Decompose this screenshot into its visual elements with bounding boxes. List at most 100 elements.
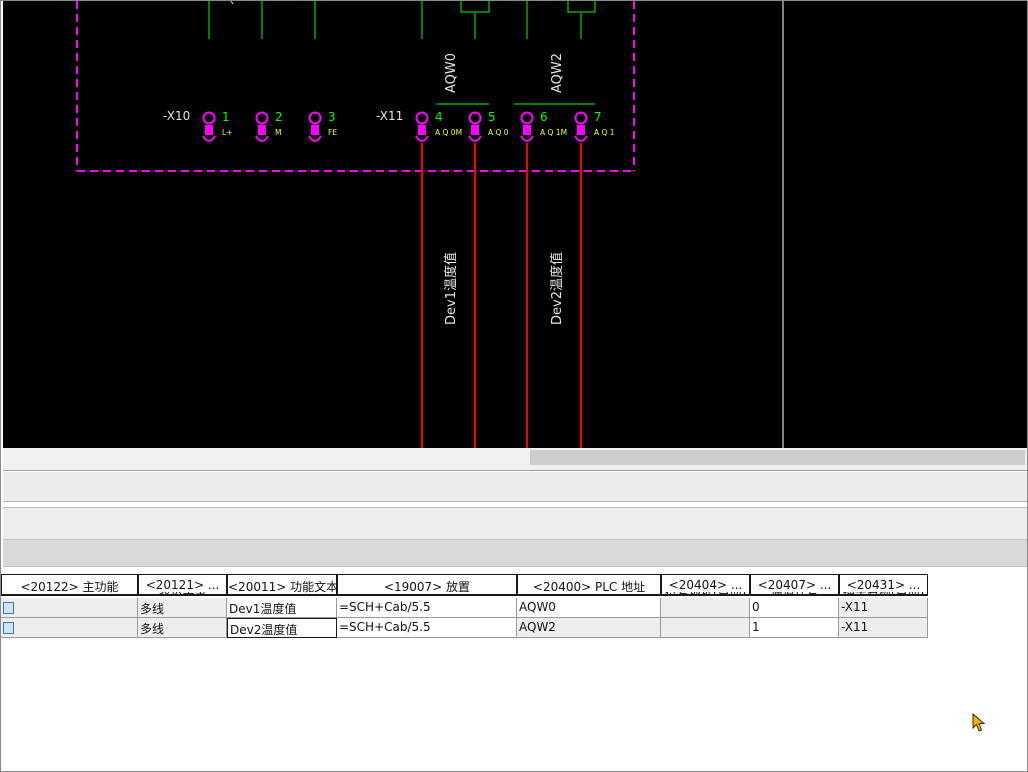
terminal-number: 5 [488,110,496,124]
terminal-contact-icon [468,111,482,125]
terminal-bridge-arc [202,135,216,142]
column-header-6[interactable]: <20407> ...通道代号 [750,574,839,596]
terminal-number: 2 [275,110,283,124]
horizontal-scrollbar[interactable] [3,448,1027,471]
navigator-header-bar [3,539,1027,567]
table-cell-text: -X11 [841,620,869,634]
table-cell-text: 1 [752,620,760,634]
row-selector-icon[interactable] [3,602,14,614]
table-cell[interactable] [1,598,138,618]
column-header-7[interactable]: <20431> ...插头名称(自动) [839,574,928,596]
table-cell[interactable]: Dev1温度值 [227,598,337,618]
table-cell[interactable]: AQW0 [517,598,661,618]
wire-label-dev2: Dev2温度值 [549,252,565,325]
terminal-contact-icon [520,111,534,125]
terminal-bridge-arc [574,135,588,142]
scrollbar-thumb[interactable] [530,450,1025,465]
terminal-bridge-arc [415,135,429,142]
column-header-4[interactable]: <20400> PLC 地址 [517,574,661,596]
terminal-x11-6[interactable]: 6 A Q 1M [520,110,567,142]
terminal-x11-7[interactable]: 7 A Q 1 [574,110,615,142]
table-cell-text: =SCH+Cab/5.5 [339,620,431,634]
schematic-canvas[interactable]: AQW0 AQW2 -X10 -X11 Dev1温度值 Dev2温度值 1 L+ 2… [3,1,1027,448]
table-cell-text: 多线 [140,622,165,636]
navigator-toolbar [3,507,1027,540]
table-cell-text: Dev1温度值 [229,602,297,616]
terminal-number: 3 [328,110,336,124]
row-selector-icon[interactable] [3,622,14,634]
terminal-bridge-arc [520,135,534,142]
column-header-2[interactable]: <20011> 功能文本 [227,574,337,596]
table-cell[interactable]: -X11 [839,618,928,638]
column-header-title: <20407> ... [757,578,832,592]
terminal-x10-1[interactable]: 1 L+ [202,110,232,142]
column-header-subtitle: 通道代号 [751,592,838,594]
terminal-x11-4[interactable]: 4 A Q 0M [415,110,462,142]
table-cell[interactable] [1,618,138,638]
wire-label-dev1: Dev1温度值 [443,252,459,325]
terminal-x10-2[interactable]: 2M [255,110,283,142]
top-connection-lines [208,1,596,39]
table-cell[interactable]: 1 [750,618,839,638]
table-cell-text: Dev2温度值 [230,623,298,637]
table-cell[interactable]: Dev2温度值 [227,618,337,638]
column-header-subtitle: 符号地址(自动) [662,592,749,594]
terminal-body [471,125,479,135]
terminal-number: 4 [435,110,443,124]
terminal-x11-5[interactable]: 5 A Q 0 [468,110,509,142]
table-cell[interactable]: -X11 [839,598,928,618]
terminal-contact-icon [415,111,429,125]
column-header-title: <20400> PLC 地址 [532,580,646,594]
application-window: AQW0 AQW2 -X10 -X11 Dev1温度值 Dev2温度值 1 L+ 2… [0,0,1028,772]
table-cell-text: -X11 [841,600,869,614]
terminal-tag: M [275,128,281,137]
channel-label-aqw0: AQW0 [444,53,459,93]
table-cell[interactable]: 多线 [138,618,227,638]
table-cell[interactable]: 多线 [138,598,227,618]
terminal-x10-3[interactable]: 3 FE [308,110,337,142]
table-cell-text: 多线 [140,602,165,616]
column-header-3[interactable]: <19007> 放置 [337,574,517,596]
terminal-body [577,125,585,135]
terminal-contact-icon [202,111,216,125]
column-header-title: <20404> ... [668,578,743,592]
terminal-number: 6 [540,110,548,124]
table-cell-text: AQW2 [519,620,556,634]
terminal-body [205,125,213,135]
terminal-bridge-arc [308,135,322,142]
terminal-body [258,125,266,135]
table-cell[interactable]: =SCH+Cab/5.5 [337,618,517,638]
terminal-contact-icon [308,111,322,125]
panel-toolbar [3,472,1027,502]
strip-label-x10: -X10 [163,109,190,123]
table-cell[interactable]: AQW2 [517,618,661,638]
column-header-title: <20011> 功能文本 [228,580,337,594]
column-header-subtitle: 表达类型 [139,592,226,594]
column-header-1[interactable]: <20121> ...表达类型 [138,574,227,596]
column-header-title: <20122> 主功能 [20,580,119,594]
terminal-tag: A Q 1 [594,128,615,137]
table-cell-text: =SCH+Cab/5.5 [339,600,431,614]
terminal-tag: A Q 0M [435,128,462,137]
terminal-tag: A Q 1M [540,128,567,137]
terminal-contact-icon [255,111,269,125]
terminal-bridge-arc [255,135,269,142]
table-cell[interactable] [661,618,750,638]
table-cell[interactable] [661,598,750,618]
column-header-0[interactable]: <20122> 主功能 [1,574,138,596]
terminal-body [418,125,426,135]
terminal-bridge-arc [468,135,482,142]
channel-label-aqw2: AQW2 [550,53,565,93]
table-cell[interactable]: =SCH+Cab/5.5 [337,598,517,618]
terminal-contact-icon [574,111,588,125]
terminal-tag: L+ [222,128,232,137]
terminal-tag: A Q 0 [488,128,509,137]
schematic-drawing[interactable]: AQW0 AQW2 -X10 -X11 Dev1温度值 Dev2温度值 1 L+ 2… [3,1,1027,448]
terminal-group: 1L+2M3FE4A Q 0M5A Q 06A Q 1M7A Q 1 [202,110,615,142]
table-cell[interactable]: 0 [750,598,839,618]
column-header-title: <19007> 放置 [383,580,471,594]
terminal-tag: FE [328,128,337,137]
column-header-title: <20431> ... [846,578,921,592]
terminal-body [311,125,319,135]
column-header-5[interactable]: <20404> ...符号地址(自动) [661,574,750,596]
